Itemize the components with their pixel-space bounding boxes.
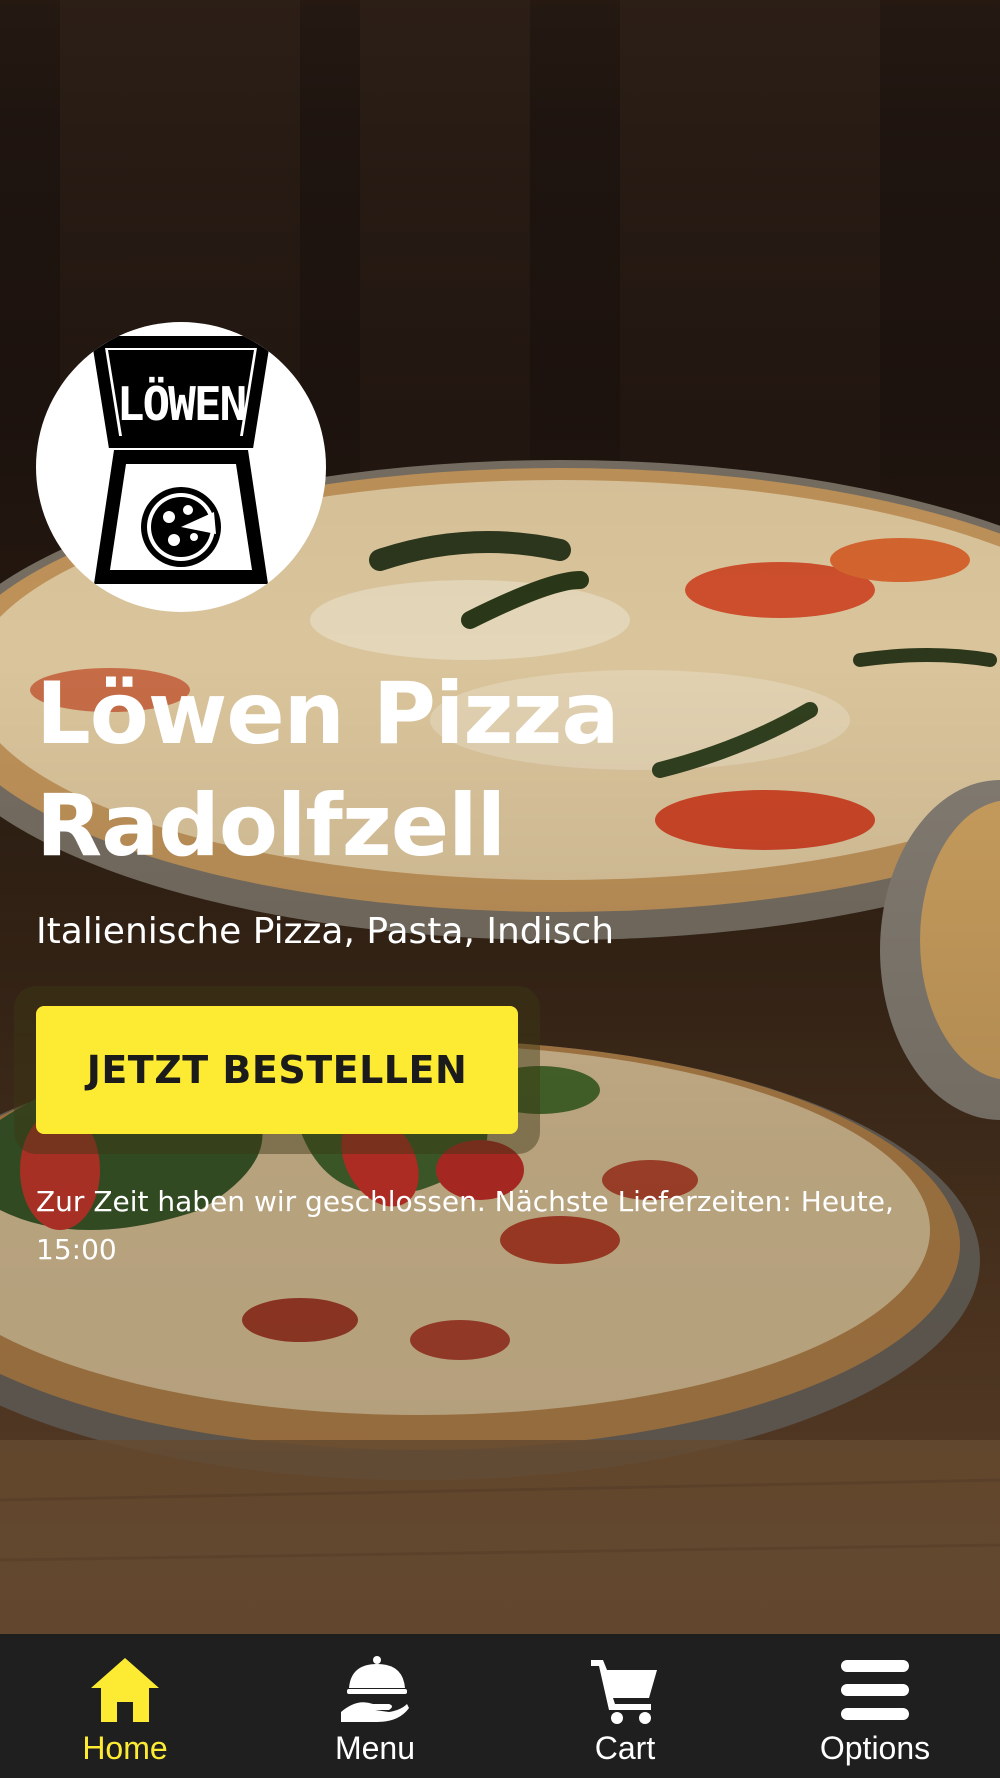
home-icon [91,1658,159,1722]
nav-item-menu[interactable]: Menu [250,1634,500,1778]
nav-item-home[interactable]: Home [0,1634,250,1778]
cart-icon [591,1660,657,1724]
home-screen: LÖWEN Löwen Pizza Radolfzell Italienisch… [0,0,1000,1778]
restaurant-title: Löwen Pizza Radolfzell [36,658,936,882]
nav-item-cart[interactable]: Cart [500,1634,750,1778]
nav-label-options: Options [819,1730,931,1766]
opening-status-notice: Zur Zeit haben wir geschlossen. Nächste … [36,1185,894,1266]
cuisine-subtitle: Italienische Pizza, Pasta, Indisch [36,911,615,952]
nav-label-menu: Menu [334,1730,416,1766]
nav-label-home: Home [82,1730,168,1766]
restaurant-title-line-2: Radolfzell [36,776,506,876]
bottom-navigation: Home Menu Cart Options [0,1634,1000,1778]
nav-label-cart: Cart [594,1730,656,1766]
hamburger-menu-icon [841,1660,909,1720]
restaurant-logo: LÖWEN [36,322,326,612]
logo-text: LÖWEN [117,377,245,431]
serving-dish-icon [341,1656,409,1722]
nav-item-options[interactable]: Options [750,1634,1000,1778]
order-now-button[interactable]: JETZT BESTELLEN [36,1006,518,1134]
restaurant-title-line-1: Löwen Pizza [36,664,619,764]
